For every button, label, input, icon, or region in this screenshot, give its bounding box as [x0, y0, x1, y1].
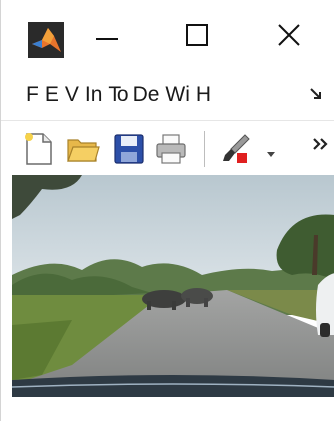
- close-icon: [278, 23, 300, 51]
- figure-window: F E V In To De Wi H: [0, 0, 334, 421]
- matlab-logo-icon: [28, 22, 64, 58]
- figure-bottom-margin: [1, 397, 334, 421]
- maximize-icon: [186, 23, 208, 51]
- menu-edit[interactable]: E: [45, 83, 65, 107]
- chevron-down-icon[interactable]: [265, 146, 277, 157]
- toolbar: [1, 120, 334, 171]
- save-disk-icon[interactable]: [111, 131, 147, 167]
- menu-help[interactable]: H: [196, 83, 217, 107]
- menu-bar: F E V In To De Wi H: [1, 76, 334, 114]
- maximize-button[interactable]: [167, 14, 227, 60]
- new-file-icon[interactable]: [21, 131, 57, 167]
- menu-tools[interactable]: To: [108, 83, 132, 107]
- menu-file[interactable]: F: [1, 83, 45, 107]
- toolbar-separator: [204, 131, 205, 167]
- title-bar: [1, 0, 334, 72]
- brush-icon[interactable]: [217, 131, 253, 167]
- close-button[interactable]: [259, 14, 319, 60]
- menu-insert[interactable]: In: [85, 83, 109, 107]
- open-folder-icon[interactable]: [65, 131, 101, 167]
- print-icon[interactable]: [153, 131, 189, 167]
- chevron-overflow-icon[interactable]: [308, 84, 328, 104]
- minimize-button[interactable]: [77, 14, 137, 60]
- minimize-icon: [96, 28, 118, 46]
- menu-desktop[interactable]: De: [133, 83, 166, 107]
- menu-view[interactable]: V: [65, 83, 85, 107]
- double-chevron-right-icon[interactable]: [310, 133, 332, 155]
- menu-window[interactable]: Wi: [165, 83, 196, 107]
- image-axes[interactable]: [12, 175, 334, 397]
